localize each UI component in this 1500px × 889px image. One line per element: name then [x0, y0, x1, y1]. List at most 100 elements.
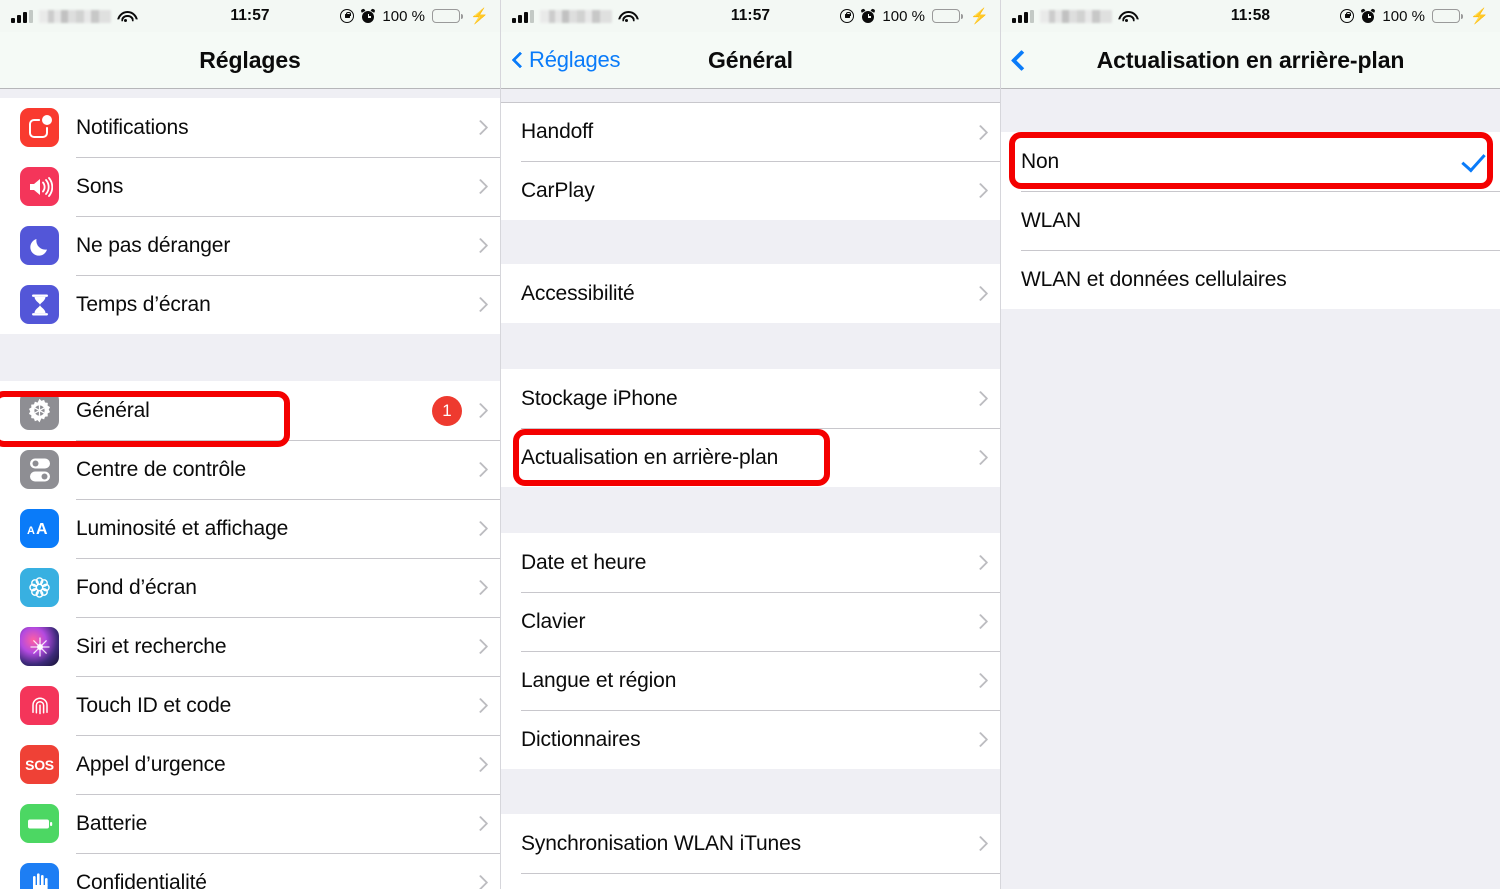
- sidebar-item-general[interactable]: Général 1: [0, 381, 500, 440]
- settings-group-2: Général 1 Centre de contrôle A A Luminos…: [0, 381, 500, 889]
- chevron-left-icon: [511, 51, 529, 69]
- sidebar-item-siri-search[interactable]: Siri et recherche: [0, 617, 500, 676]
- general-list[interactable]: Handoff CarPlay Accessibilité Stockage i…: [501, 89, 1000, 889]
- do-not-disturb-icon: [20, 226, 59, 265]
- battery-settings-icon: [20, 804, 59, 843]
- row-label: WLAN: [1021, 208, 1082, 232]
- chevron-right-icon: [472, 461, 489, 478]
- row-label: Confidentialité: [76, 870, 207, 889]
- chevron-right-icon: [972, 449, 989, 466]
- chevron-right-icon: [472, 579, 489, 596]
- three-panel-screenshot: 11:57 100 % ⚡ Réglages Notifications Son…: [0, 0, 1500, 889]
- chevron-right-icon: [972, 613, 989, 630]
- list-item-keyboard[interactable]: Clavier: [501, 592, 1000, 651]
- battery-percentage: 100 %: [882, 7, 925, 25]
- list-item-background-app-refresh[interactable]: Actualisation en arrière-plan: [501, 428, 1000, 487]
- row-label: Notifications: [76, 115, 189, 139]
- chevron-right-icon: [972, 672, 989, 689]
- chevron-right-icon: [472, 402, 489, 419]
- status-bar: 11:57 100 % ⚡: [501, 0, 1000, 32]
- settings-list[interactable]: Notifications Sons Ne pas déranger Temps…: [0, 89, 500, 889]
- status-badge: 1: [432, 395, 462, 426]
- sos-icon: SOS: [20, 745, 59, 784]
- chevron-right-icon: [972, 182, 989, 199]
- list-item-iphone-storage[interactable]: Stockage iPhone: [501, 369, 1000, 428]
- list-item-accessibility[interactable]: Accessibilité: [501, 264, 1000, 323]
- list-item-handoff[interactable]: Handoff: [501, 102, 1000, 161]
- sidebar-item-display-brightness[interactable]: A A Luminosité et affichage: [0, 499, 500, 558]
- chevron-right-icon: [472, 178, 489, 195]
- control-center-icon: [20, 450, 59, 489]
- row-label: Fond d’écran: [76, 575, 197, 599]
- battery-icon: [1431, 9, 1464, 23]
- row-label: Synchronisation WLAN iTunes: [521, 831, 801, 855]
- row-label: CarPlay: [521, 178, 595, 202]
- row-label: Dictionnaires: [521, 727, 641, 751]
- refresh-options-list[interactable]: Non WLAN WLAN et données cellulaires: [1001, 89, 1500, 889]
- list-item-itunes-wifi-sync[interactable]: Synchronisation WLAN iTunes: [501, 814, 1000, 873]
- rotation-lock-icon: [840, 9, 855, 23]
- row-label: Général: [76, 398, 150, 422]
- battery-percentage: 100 %: [1382, 7, 1425, 25]
- row-label: Handoff: [521, 120, 594, 143]
- general-group-1: Handoff CarPlay: [501, 102, 1000, 220]
- wallpaper-icon: [20, 568, 59, 607]
- sidebar-item-wallpaper[interactable]: Fond d’écran: [0, 558, 500, 617]
- back-button[interactable]: [1001, 49, 1033, 71]
- row-label: Batterie: [76, 811, 148, 835]
- sidebar-item-touch-id[interactable]: Touch ID et code: [0, 676, 500, 735]
- general-group-2: Accessibilité: [501, 264, 1000, 323]
- page-title: Réglages: [199, 46, 301, 73]
- sidebar-item-do-not-disturb[interactable]: Ne pas déranger: [0, 216, 500, 275]
- back-button[interactable]: Réglages: [501, 47, 621, 73]
- list-item-language-region[interactable]: Langue et région: [501, 651, 1000, 710]
- chevron-right-icon: [472, 237, 489, 254]
- row-label: Actualisation en arrière-plan: [521, 445, 779, 469]
- chevron-right-icon: [972, 731, 989, 748]
- option-row-non[interactable]: Non: [1001, 132, 1500, 191]
- general-gear-icon: [20, 391, 59, 430]
- chevron-right-icon: [472, 874, 489, 889]
- option-row-wlan-cellular[interactable]: WLAN et données cellulaires: [1001, 250, 1500, 309]
- row-label: Langue et région: [521, 668, 677, 692]
- list-item-date-time[interactable]: Date et heure: [501, 533, 1000, 592]
- notifications-icon: [20, 108, 59, 147]
- nav-bar-background-refresh: Actualisation en arrière-plan: [1001, 32, 1500, 89]
- status-bar: 11:58 100 % ⚡: [1001, 0, 1500, 32]
- row-label: Temps d’écran: [76, 292, 211, 316]
- sidebar-item-emergency-sos[interactable]: SOS Appel d’urgence: [0, 735, 500, 794]
- sidebar-item-screen-time[interactable]: Temps d’écran: [0, 275, 500, 334]
- charging-bolt-icon: ⚡: [470, 7, 489, 25]
- list-item-dictionaries[interactable]: Dictionnaires: [501, 710, 1000, 769]
- list-item-carplay[interactable]: CarPlay: [501, 161, 1000, 220]
- sidebar-item-control-center[interactable]: Centre de contrôle: [0, 440, 500, 499]
- sidebar-item-privacy[interactable]: Confidentialité: [0, 853, 500, 889]
- svg-text:A: A: [36, 521, 48, 538]
- option-row-wlan[interactable]: WLAN: [1001, 191, 1500, 250]
- general-group-5: Synchronisation WLAN iTunes: [501, 814, 1000, 889]
- chevron-right-icon: [472, 119, 489, 136]
- row-label: WLAN et données cellulaires: [1021, 267, 1287, 291]
- nav-bar-settings: Réglages: [0, 32, 500, 89]
- row-label: Sons: [76, 174, 124, 198]
- row-label: Stockage iPhone: [521, 386, 678, 410]
- chevron-right-icon: [472, 638, 489, 655]
- list-item-partial[interactable]: [501, 873, 1000, 889]
- status-bar-right: 100 % ⚡: [340, 8, 489, 25]
- alarm-clock-icon: [360, 8, 376, 23]
- general-group-3: Stockage iPhone Actualisation en arrière…: [501, 369, 1000, 487]
- sidebar-item-notifications[interactable]: Notifications: [0, 98, 500, 157]
- screen-time-icon: [20, 285, 59, 324]
- status-bar-right: 100 % ⚡: [1340, 8, 1489, 25]
- back-button-label: Réglages: [529, 47, 621, 72]
- battery-icon: [431, 9, 464, 23]
- row-label: Siri et recherche: [76, 634, 227, 658]
- sidebar-item-sounds[interactable]: Sons: [0, 157, 500, 216]
- chevron-right-icon: [972, 124, 989, 140]
- rotation-lock-icon: [1340, 9, 1355, 23]
- sidebar-item-battery[interactable]: Batterie: [0, 794, 500, 853]
- row-label: Date et heure: [521, 550, 647, 574]
- chevron-left-icon: [1010, 49, 1033, 71]
- touch-id-icon: [20, 686, 59, 725]
- refresh-options-group: Non WLAN WLAN et données cellulaires: [1001, 132, 1500, 309]
